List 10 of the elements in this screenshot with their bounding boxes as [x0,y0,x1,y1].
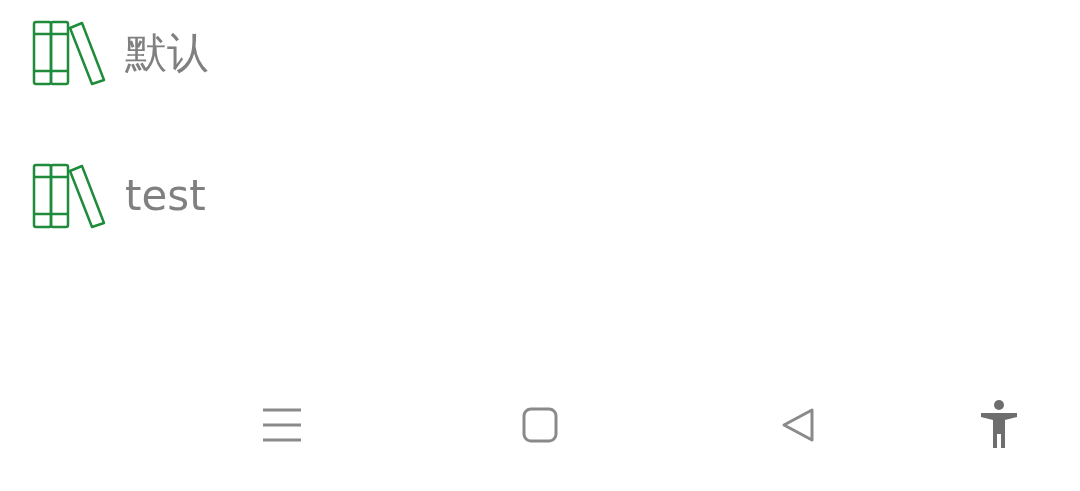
book-name: test [125,170,206,222]
book-item[interactable]: 默认 [32,20,1080,163]
books-icon [32,20,106,86]
book-name: 默认 [125,27,209,79]
back-icon[interactable] [781,407,815,443]
books-icon [32,163,106,229]
book-item[interactable]: test [32,163,1080,306]
accessibility-icon[interactable] [980,400,1018,450]
menu-icon[interactable] [263,407,301,443]
home-icon[interactable] [522,407,558,443]
